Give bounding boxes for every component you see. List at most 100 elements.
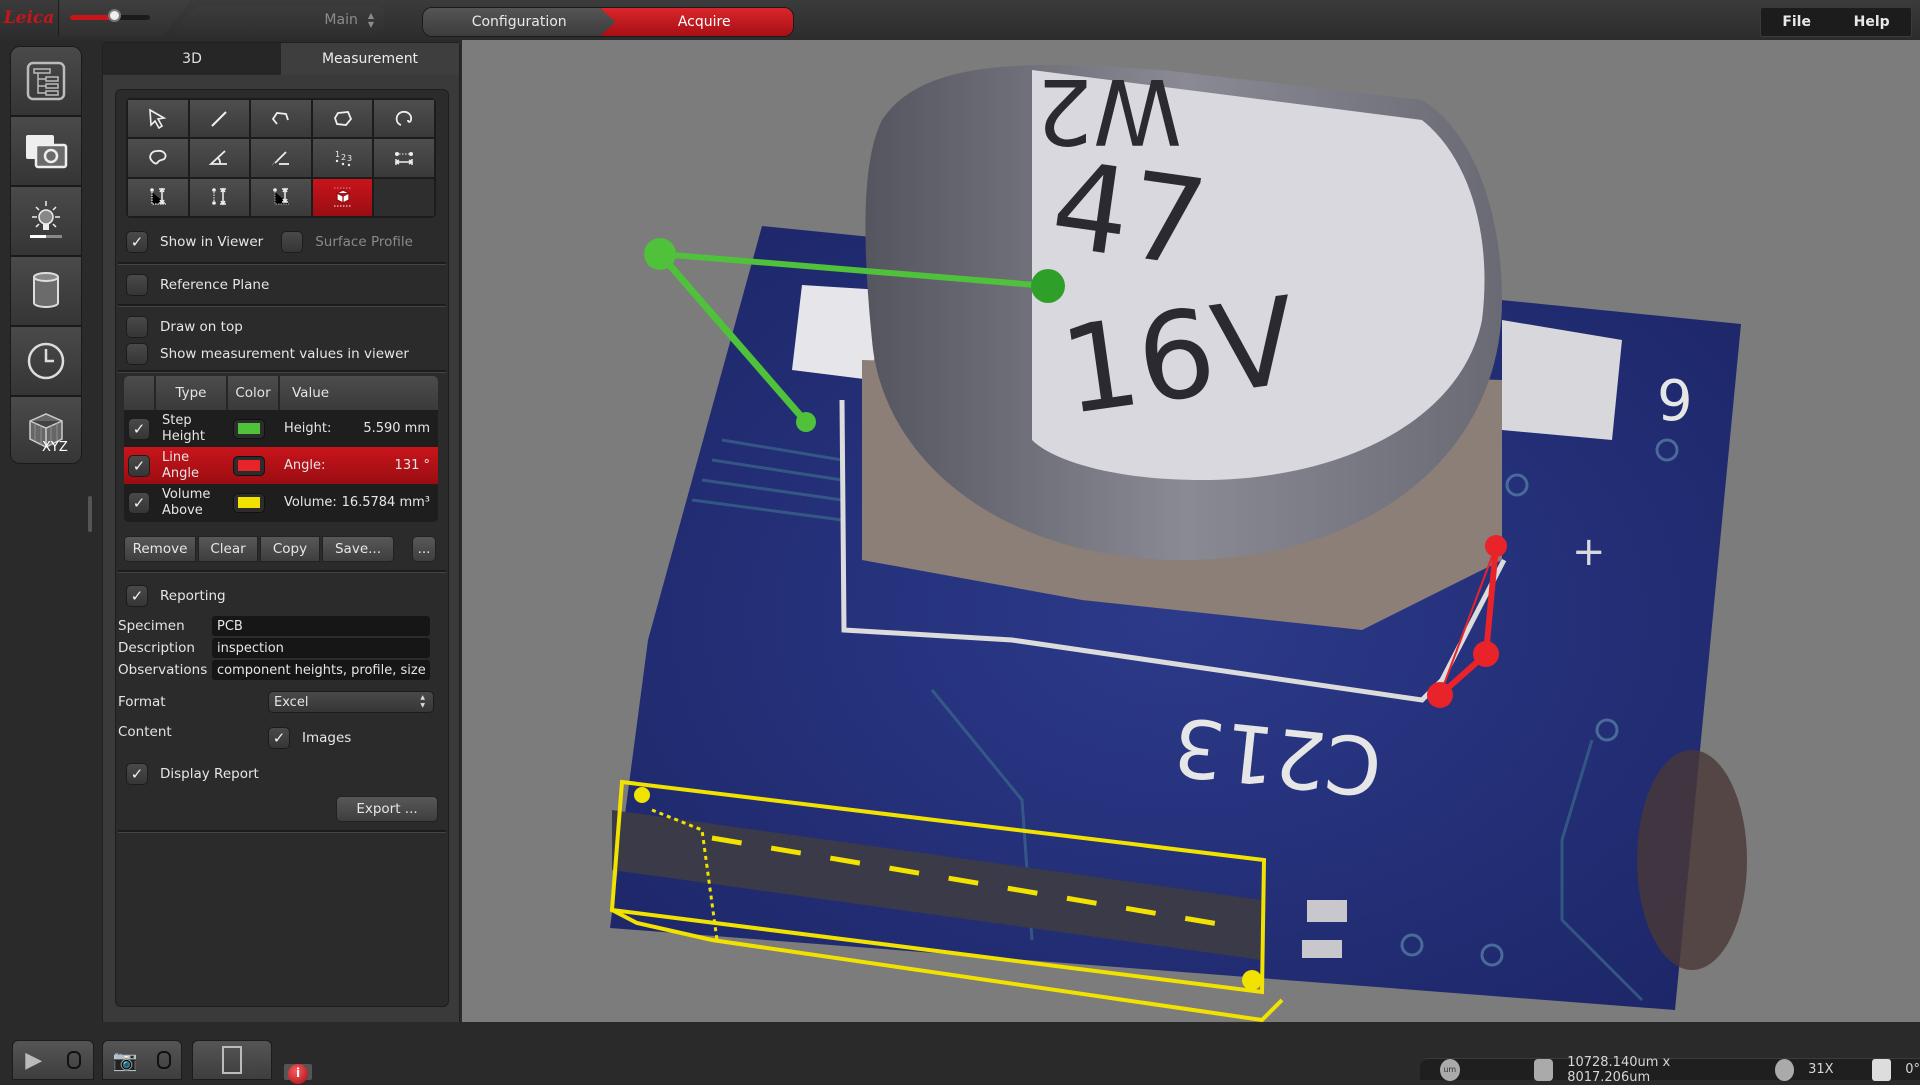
line-icon xyxy=(211,110,228,127)
panel-tabs: 3D Measurement xyxy=(103,43,459,75)
tab-measurement[interactable]: Measurement xyxy=(281,43,459,75)
reference-plane-checkbox[interactable] xyxy=(126,274,148,296)
images-label: Images xyxy=(302,730,352,746)
measurement-point[interactable] xyxy=(1485,535,1507,557)
info-button[interactable]: i xyxy=(284,1064,312,1084)
rail-button-timelapse[interactable] xyxy=(11,327,81,397)
viewer-options: ✓ Show in Viewer Surface Profile xyxy=(126,228,438,256)
rail-button-xyz[interactable]: XYZ xyxy=(11,397,81,463)
export-button[interactable]: Export ... xyxy=(336,796,438,822)
snapshot-button[interactable]: 📷 xyxy=(102,1040,182,1080)
tool-angle[interactable] xyxy=(189,139,250,177)
show-values-checkbox[interactable] xyxy=(126,343,148,365)
unit-icon[interactable]: um xyxy=(1440,1058,1460,1081)
header-value[interactable]: Value xyxy=(280,376,438,410)
description-field[interactable]: inspection xyxy=(212,638,430,658)
specimen-field[interactable]: PCB xyxy=(212,616,430,636)
table-row[interactable]: ✓ Step Height Height: 5.590 mm xyxy=(124,410,438,447)
format-select[interactable]: Excel ▲ ▼ xyxy=(268,691,434,713)
tool-step-height[interactable] xyxy=(128,178,188,216)
polyline-icon xyxy=(271,111,289,125)
tool-line[interactable] xyxy=(189,100,250,138)
volume-height-icon xyxy=(273,187,289,205)
save-button[interactable]: Save... xyxy=(322,536,394,562)
rail-button-navigation[interactable] xyxy=(11,47,81,117)
file-menu[interactable]: File xyxy=(1782,14,1811,30)
connector-lead xyxy=(1302,940,1342,958)
tool-freehand-open[interactable] xyxy=(374,100,434,138)
table-row-selected[interactable]: ✓ Line Angle Angle: 131 ° xyxy=(124,447,438,484)
remove-button[interactable]: Remove xyxy=(124,536,196,562)
measurement-point[interactable] xyxy=(634,787,650,803)
measurement-actions: Remove Clear Copy Save... ... xyxy=(124,536,436,562)
tool-volume-height[interactable] xyxy=(251,178,311,216)
clear-button[interactable]: Clear xyxy=(198,536,258,562)
display-report-checkbox[interactable]: ✓ xyxy=(126,763,148,785)
tool-line-angle[interactable] xyxy=(251,139,311,177)
measurement-point[interactable] xyxy=(1427,682,1453,708)
pointer-icon xyxy=(148,108,167,129)
tool-volume-above[interactable] xyxy=(312,178,373,216)
tree-structure-icon xyxy=(26,61,66,101)
acquire-tab[interactable]: Acquire xyxy=(601,8,793,36)
capture-frame-button[interactable] xyxy=(192,1040,272,1080)
zoom-slider[interactable] xyxy=(70,9,150,22)
camera-image-icon xyxy=(26,135,68,169)
tool-height-difference[interactable] xyxy=(189,178,250,216)
xyz-label: XYZ xyxy=(42,440,68,455)
tool-freehand-closed[interactable] xyxy=(128,139,188,177)
surface-profile-checkbox[interactable] xyxy=(281,231,304,253)
measurement-point[interactable] xyxy=(1031,269,1065,303)
status-bar: um 10728.140um x 8017.206um 31X 0° xyxy=(1420,1055,1920,1085)
3d-viewer[interactable]: W2 47 16V C213 9 + xyxy=(462,40,1920,1022)
live-play-button[interactable]: ▶ xyxy=(12,1040,94,1080)
color-swatch[interactable] xyxy=(233,418,265,439)
tool-polygon[interactable] xyxy=(312,100,373,138)
top-bar: Leica Main ▲ ▼ Configuration Acquire File… xyxy=(0,0,1920,40)
leica-logo: Leica xyxy=(0,0,59,36)
reporting-option: ✓ Reporting xyxy=(126,582,226,610)
angle-icon xyxy=(209,150,228,165)
tool-point-count[interactable]: 123 xyxy=(312,139,373,177)
distance-icon xyxy=(394,151,414,165)
rail-button-acquisition[interactable] xyxy=(11,117,81,187)
header-type[interactable]: Type xyxy=(156,376,228,410)
tool-polyline[interactable] xyxy=(251,100,311,138)
camera-icon: 📷 xyxy=(112,1048,138,1072)
row-checkbox[interactable]: ✓ xyxy=(128,417,150,440)
images-checkbox[interactable]: ✓ xyxy=(268,727,290,749)
row-value-label: Angle: xyxy=(284,458,326,473)
observations-field[interactable]: component heights, profile, size xyxy=(212,660,430,680)
row-value-label: Volume: xyxy=(284,495,337,510)
row-checkbox[interactable]: ✓ xyxy=(128,491,150,514)
table-row[interactable]: ✓ Volume Above Volume: 16.5784 mm³ xyxy=(124,484,438,521)
tool-distance[interactable] xyxy=(374,139,434,177)
reference-plane-label: Reference Plane xyxy=(160,277,270,293)
show-in-viewer-checkbox[interactable]: ✓ xyxy=(126,231,148,253)
table-header: Type Color Value xyxy=(124,376,438,410)
zoom-slider-handle[interactable] xyxy=(108,9,121,22)
draw-on-top-checkbox[interactable] xyxy=(126,316,148,338)
configuration-tab[interactable]: Configuration xyxy=(423,8,616,36)
tab-3d[interactable]: 3D xyxy=(103,43,281,75)
more-button[interactable]: ... xyxy=(412,536,436,562)
help-menu[interactable]: Help xyxy=(1854,14,1890,30)
row-checkbox[interactable]: ✓ xyxy=(128,454,150,477)
workspace-select[interactable]: Main ▲ ▼ xyxy=(172,6,384,34)
measurement-point[interactable] xyxy=(1473,641,1499,667)
measurement-point[interactable] xyxy=(796,412,816,432)
panel-splitter[interactable] xyxy=(88,496,92,532)
rail-button-storage[interactable] xyxy=(11,257,81,327)
toggle-indicator-icon xyxy=(66,1051,81,1069)
header-color[interactable]: Color xyxy=(228,376,280,410)
tool-pointer[interactable] xyxy=(128,100,188,138)
color-swatch[interactable] xyxy=(233,492,265,513)
measurement-point[interactable] xyxy=(1242,970,1262,990)
rail-button-illumination[interactable] xyxy=(11,187,81,257)
measurement-point[interactable] xyxy=(644,238,676,270)
copy-button[interactable]: Copy xyxy=(260,536,320,562)
reporting-checkbox[interactable]: ✓ xyxy=(126,585,148,607)
step-height-icon xyxy=(149,187,166,205)
color-swatch[interactable] xyxy=(233,455,265,476)
field-of-view-icon xyxy=(1533,1058,1554,1081)
